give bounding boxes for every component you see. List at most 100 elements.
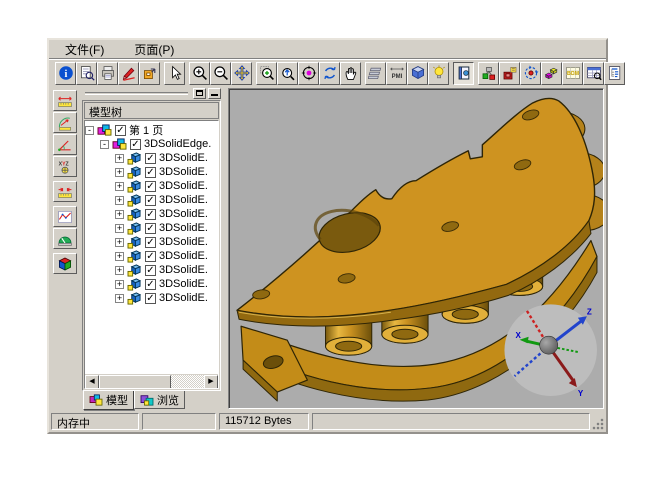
pan-button[interactable]	[231, 62, 252, 85]
pages-cubes-icon	[97, 124, 112, 137]
gizmo-axis-x-label: X	[516, 331, 522, 340]
part-cube-icon	[127, 208, 142, 221]
assembly-button[interactable]	[478, 62, 499, 85]
solid-cube-button[interactable]	[53, 253, 77, 274]
visibility-checkbox[interactable]: ✓	[115, 125, 126, 136]
visibility-checkbox[interactable]: ✓	[145, 279, 156, 290]
zoom-dynamic-button[interactable]	[277, 62, 298, 85]
3d-viewport[interactable]: X Y Z	[228, 88, 604, 409]
hand-button[interactable]	[340, 62, 361, 85]
light-icon	[431, 65, 447, 81]
visibility-checkbox[interactable]: ✓	[145, 265, 156, 276]
views-cube-button[interactable]	[407, 62, 428, 85]
measure-radius-button[interactable]	[53, 112, 77, 133]
tree-node-label: 3DSolidE.	[159, 166, 208, 178]
panel-box: 模型树 -✓第 1 页-✓3DSolidEdge.+✓3DSolidE.+✓3D…	[82, 100, 221, 391]
expand-icon[interactable]: +	[115, 224, 124, 233]
explode-button[interactable]	[541, 62, 562, 85]
resize-grip[interactable]	[592, 417, 605, 430]
expand-icon[interactable]: +	[115, 266, 124, 275]
light-button[interactable]	[428, 62, 449, 85]
zoom-out-icon	[213, 65, 229, 81]
visibility-checkbox[interactable]: ✓	[130, 139, 141, 150]
expand-icon[interactable]: +	[115, 182, 124, 191]
scroll-left-button[interactable]: ◀	[85, 375, 99, 389]
tree-row-part-8[interactable]: +✓3DSolidE.	[85, 249, 218, 263]
collapse-icon[interactable]: -	[85, 126, 94, 135]
notebook-button[interactable]	[453, 62, 474, 85]
solid-cube-icon	[57, 256, 73, 272]
menu-page[interactable]: 页面(P)	[132, 40, 176, 59]
tree-row-part-1[interactable]: +✓3DSolidE.	[85, 151, 218, 165]
tab-model[interactable]: 模型	[83, 391, 134, 410]
visibility-checkbox[interactable]: ✓	[145, 209, 156, 220]
panel-minimize-button[interactable]	[208, 88, 221, 99]
tab-browse[interactable]: 浏览	[134, 391, 185, 409]
export-button[interactable]	[139, 62, 160, 85]
expand-icon[interactable]: +	[115, 168, 124, 177]
markup-pen-button[interactable]	[118, 62, 139, 85]
visibility-checkbox[interactable]: ✓	[145, 195, 156, 206]
measure-angle-button[interactable]	[53, 134, 77, 155]
coordinate-xyz-button[interactable]: XYZ	[53, 156, 77, 177]
visibility-checkbox[interactable]: ✓	[145, 153, 156, 164]
orientation-gizmo[interactable]: X Y Z	[504, 304, 596, 398]
visibility-checkbox[interactable]: ✓	[145, 167, 156, 178]
info-button[interactable]: i	[55, 62, 76, 85]
menu-file[interactable]: 文件(F)	[63, 40, 106, 59]
expand-icon[interactable]: +	[115, 154, 124, 163]
markup-pen-icon	[121, 65, 137, 81]
table-button[interactable]	[583, 62, 604, 85]
tree-row-part-2[interactable]: + ✓3DSolidE.	[85, 165, 218, 179]
measure-angle-icon	[57, 137, 73, 153]
print-button[interactable]	[97, 62, 118, 85]
visibility-checkbox[interactable]: ✓	[145, 237, 156, 248]
model-tree: -✓第 1 页-✓3DSolidEdge.+✓3DSolidE.+✓3DSoli…	[85, 121, 218, 374]
visibility-checkbox[interactable]: ✓	[145, 293, 156, 304]
visibility-checkbox[interactable]: ✓	[145, 181, 156, 192]
curve-plot-button[interactable]	[53, 206, 77, 227]
layers-button[interactable]	[365, 62, 386, 85]
tree-row-part-6[interactable]: +✓3DSolidE.	[85, 221, 218, 235]
visibility-checkbox[interactable]: ✓	[145, 223, 156, 234]
bom-button[interactable]: BOM	[562, 62, 583, 85]
panel-maximize-button[interactable]	[193, 88, 206, 99]
expand-icon[interactable]: +	[115, 280, 124, 289]
expand-icon[interactable]: +	[115, 196, 124, 205]
measure-gap-button[interactable]	[53, 181, 77, 202]
tree-row-part-5[interactable]: +✓3DSolidE.	[85, 207, 218, 221]
expand-icon[interactable]: +	[115, 294, 124, 303]
tree-row-assembly[interactable]: -✓3DSolidEdge.	[85, 137, 218, 151]
panel-drag-grip[interactable]	[85, 92, 188, 95]
visibility-checkbox[interactable]: ✓	[145, 251, 156, 262]
tree-row-part-3[interactable]: +✓3DSolidE.	[85, 179, 218, 193]
machine-button[interactable]	[499, 62, 520, 85]
status-bar: 内存中115712 Bytes	[49, 410, 606, 432]
scrollbar-thumb[interactable]	[99, 375, 171, 389]
collapse-icon[interactable]: -	[100, 140, 109, 149]
coordinate-xyz-icon: XYZ	[57, 159, 73, 175]
measure-distance-button[interactable]	[53, 90, 77, 111]
expand-icon[interactable]: +	[115, 252, 124, 261]
select-cursor-button[interactable]	[164, 62, 185, 85]
rotate-button[interactable]	[319, 62, 340, 85]
expand-icon[interactable]: +	[115, 238, 124, 247]
rotate-axis-button[interactable]	[520, 62, 541, 85]
zoom-select-button[interactable]	[298, 62, 319, 85]
tree-row-part-9[interactable]: +✓3DSolidE.	[85, 263, 218, 277]
tree-view-button[interactable]	[604, 62, 625, 85]
gauge-button[interactable]	[53, 228, 77, 249]
horizontal-scrollbar[interactable]: ◀ ▶	[85, 374, 218, 388]
preview-button[interactable]	[76, 62, 97, 85]
zoom-in-button[interactable]	[189, 62, 210, 85]
expand-icon[interactable]: +	[115, 210, 124, 219]
tree-row-page-1[interactable]: -✓第 1 页	[85, 123, 218, 137]
pmi-button[interactable]: PMI	[386, 62, 407, 85]
tree-row-part-7[interactable]: +✓3DSolidE.	[85, 235, 218, 249]
tree-row-part-10[interactable]: +✓3DSolidE.	[85, 277, 218, 291]
zoom-out-button[interactable]	[210, 62, 231, 85]
tree-row-part-11[interactable]: +✓3DSolidE.	[85, 291, 218, 305]
tree-row-part-4[interactable]: +✓3DSolidE.	[85, 193, 218, 207]
scroll-right-button[interactable]: ▶	[204, 375, 218, 389]
zoom-window-button[interactable]	[256, 62, 277, 85]
